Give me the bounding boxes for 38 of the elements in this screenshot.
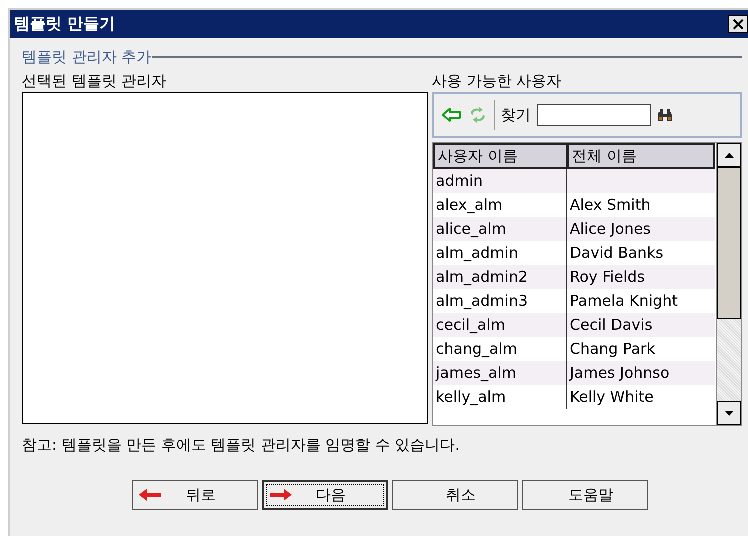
dialog-button[interactable]: 도움말 (522, 480, 648, 510)
panel-label: 선택된 템플릿 관리자 (22, 71, 168, 92)
table-row[interactable]: cecil_alm Cecil Davis (433, 313, 715, 337)
table-row[interactable]: alice_alm Alice Jones (433, 217, 715, 241)
arrow-right-icon (270, 489, 292, 501)
table-row[interactable]: james_alm James Johnso (433, 361, 715, 385)
scroll-down-icon[interactable] (724, 410, 734, 416)
arrow-left-icon[interactable] (442, 107, 462, 123)
table-cell-text: Alex Smith (569, 195, 652, 216)
close-button[interactable] (728, 15, 748, 33)
window-title: 템플릿 만들기 (14, 14, 116, 34)
search-field[interactable] (537, 104, 651, 126)
scroll-up-icon[interactable] (724, 152, 734, 158)
dialog-button[interactable]: 취소 (392, 480, 518, 510)
table-cell-text: James Johnso (568, 363, 671, 384)
table-cell-text: Pamela Knight (569, 291, 679, 312)
table-cell-text: David Banks (569, 243, 665, 264)
search-label: 찾기 (501, 106, 531, 124)
arrow-left-icon (139, 489, 161, 501)
dialog-button[interactable]: 뒤로 (132, 480, 258, 510)
note-text: 참고: 템플릿을 만든 후에도 템플릿 관리자를 임명할 수 있습니다. (22, 436, 461, 456)
panel-label: 사용 가능한 사용자 (432, 71, 563, 92)
table-row[interactable]: alm_admin2 Roy Fields (433, 265, 715, 289)
table-cell-text: Cecil Davis (569, 315, 654, 336)
binoculars-icon[interactable] (657, 108, 673, 122)
close-icon (732, 18, 744, 30)
vertical-scrollbar[interactable] (716, 143, 741, 425)
table-cell-text: Kelly White (569, 387, 655, 408)
column-header[interactable]: 사용자 이름 (433, 143, 567, 169)
table-row[interactable]: admin (433, 169, 715, 193)
table-cell: kelly_alm (433, 385, 567, 409)
table-cell-text: Roy Fields (569, 267, 646, 288)
table-cell-text: Alice Jones (569, 219, 652, 240)
group-title: 템플릿 관리자 추가 (22, 48, 152, 66)
dialog-button[interactable]: 다음 (262, 480, 388, 510)
table-cell-text: Chang Park (569, 339, 656, 360)
column-header[interactable]: 전체 이름 (567, 143, 715, 169)
scroll-thumb[interactable] (717, 167, 741, 319)
